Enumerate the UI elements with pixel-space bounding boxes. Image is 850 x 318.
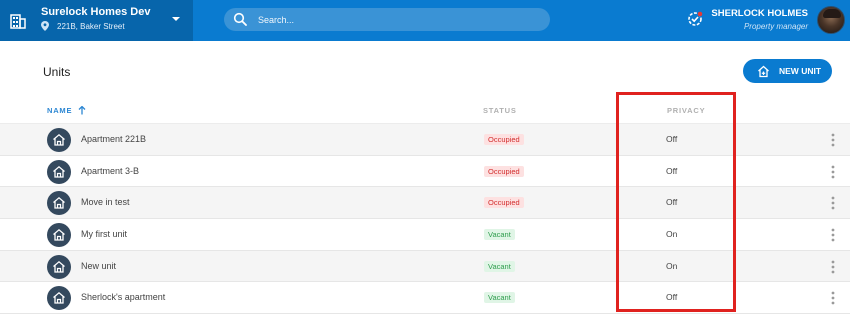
more-vertical-icon[interactable] — [831, 165, 835, 179]
status-badge: Vacant — [484, 229, 515, 241]
property-address-text: 221B, Baker Street — [57, 21, 125, 31]
more-vertical-icon[interactable] — [831, 133, 835, 147]
building-icon — [10, 14, 26, 29]
home-icon — [53, 260, 65, 273]
more-vertical-icon[interactable] — [831, 228, 835, 242]
page-title: Units — [43, 65, 71, 79]
user-role: Property manager — [743, 22, 808, 31]
home-icon — [53, 197, 65, 210]
privacy-column-highlight — [616, 92, 736, 312]
status-badge: Occupied — [484, 165, 524, 177]
unit-avatar — [47, 191, 71, 216]
search-icon — [233, 12, 247, 26]
status-badge: Occupied — [484, 197, 524, 209]
home-icon — [53, 229, 65, 241]
unit-name[interactable]: Apartment 221B — [81, 134, 146, 144]
property-switcher[interactable]: Surelock Homes Dev 221B, Baker Street — [0, 0, 193, 41]
unit-name[interactable]: Apartment 3-B — [81, 166, 139, 176]
more-vertical-icon[interactable] — [831, 196, 835, 210]
unit-name[interactable]: My first unit — [81, 229, 127, 239]
column-header-name[interactable]: NAME — [47, 106, 86, 115]
unit-avatar — [47, 254, 71, 279]
search-bar — [224, 8, 550, 31]
new-unit-label: NEW UNIT — [779, 66, 822, 76]
unit-avatar — [47, 223, 71, 248]
column-header-name-label: NAME — [47, 106, 73, 115]
more-vertical-icon[interactable] — [831, 260, 835, 274]
home-icon — [53, 292, 65, 305]
badge-check-icon[interactable] — [687, 11, 703, 27]
unit-name[interactable]: Sherlock's apartment — [81, 292, 165, 302]
user-name[interactable]: SHERLOCK HOLMES — [711, 8, 808, 19]
status-badge: Vacant — [484, 260, 515, 272]
home-icon — [53, 165, 65, 178]
search-input[interactable] — [258, 8, 538, 31]
chevron-down-icon[interactable] — [171, 15, 181, 23]
arrow-up-icon — [78, 106, 86, 115]
unit-avatar — [47, 159, 71, 184]
property-name: Surelock Homes Dev — [41, 6, 151, 18]
column-header-status[interactable]: STATUS — [483, 106, 517, 115]
unit-name[interactable]: Move in test — [81, 197, 130, 207]
status-badge: Occupied — [484, 134, 524, 145]
property-address: 221B, Baker Street — [41, 21, 125, 31]
unit-avatar — [47, 286, 71, 311]
more-vertical-icon[interactable] — [831, 291, 835, 305]
unit-avatar — [47, 128, 71, 152]
new-unit-button[interactable]: NEW UNIT — [743, 59, 832, 83]
location-pin-icon — [41, 21, 49, 31]
home-plus-icon — [758, 65, 769, 77]
unit-name[interactable]: New unit — [81, 261, 116, 271]
avatar[interactable] — [817, 6, 845, 34]
top-bar: Surelock Homes Dev 221B, Baker Street SH… — [0, 0, 850, 41]
status-badge: Vacant — [484, 292, 515, 304]
home-icon — [53, 133, 65, 146]
